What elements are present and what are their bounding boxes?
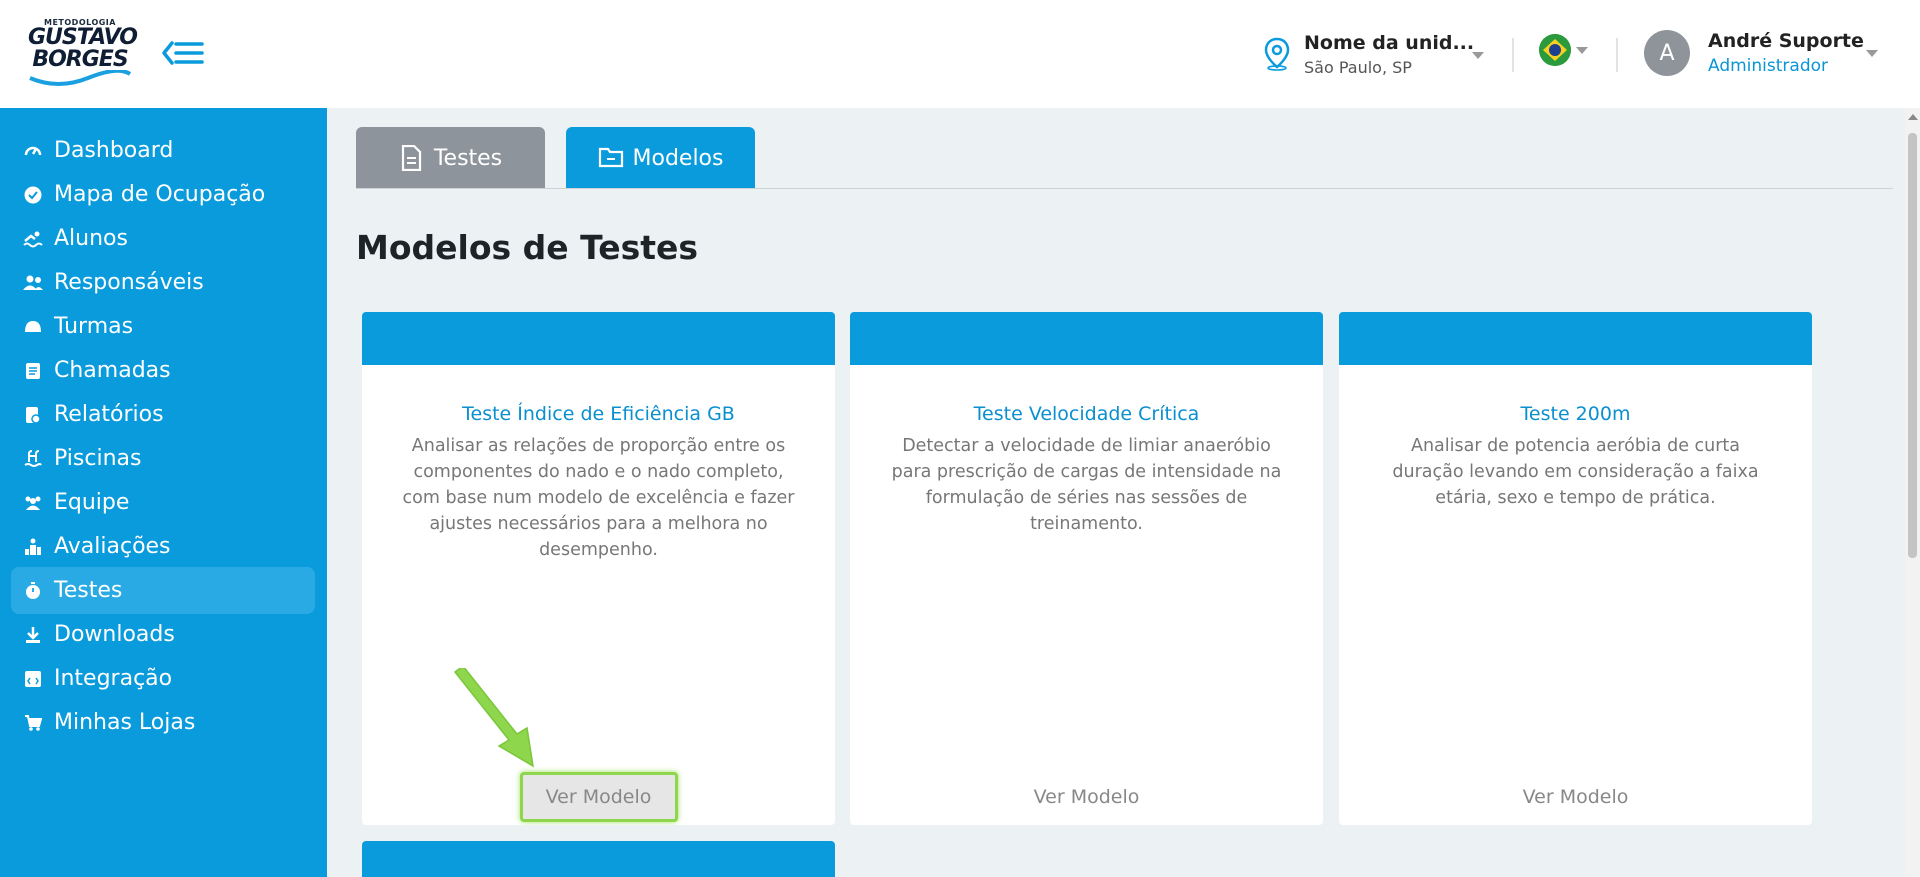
sidebar-item-relatorios[interactable]: Relatórios <box>11 391 315 438</box>
vertical-scrollbar[interactable] <box>1905 108 1920 877</box>
sidebar-item-label: Piscinas <box>54 446 142 471</box>
pointer-arrow-icon <box>453 668 534 768</box>
card-title[interactable]: Teste 200m <box>1339 403 1812 425</box>
card-header-bar <box>362 312 835 365</box>
sidebar: Dashboard Mapa de Ocupação Alunos Respon… <box>0 108 327 877</box>
sidebar-item-label: Chamadas <box>54 358 171 383</box>
card-title[interactable]: Teste Velocidade Crítica <box>850 403 1323 425</box>
card-description: Detectar a velocidade de limiar anaeróbi… <box>891 436 1282 534</box>
folder-icon <box>598 145 623 171</box>
download-icon <box>23 625 43 645</box>
language-selector[interactable] <box>1539 34 1588 66</box>
page-title: Modelos de Testes <box>356 228 699 267</box>
card-description: Analisar de potencia aeróbia de curta du… <box>1392 436 1759 508</box>
sidebar-item-label: Relatórios <box>54 402 164 427</box>
sidebar-item-label: Downloads <box>54 622 175 647</box>
view-model-button[interactable]: Ver Modelo <box>1008 772 1166 822</box>
sidebar-item-piscinas[interactable]: Piscinas <box>11 435 315 482</box>
sidebar-item-downloads[interactable]: Downloads <box>11 611 315 658</box>
podium-icon <box>23 537 43 557</box>
code-window-icon <box>23 669 43 689</box>
model-card-partial <box>362 841 835 877</box>
sidebar-item-dashboard[interactable]: Dashboard <box>11 127 315 174</box>
header-divider <box>1512 38 1514 72</box>
model-card: Teste 200m Analisar de potencia aeróbia … <box>1339 312 1812 825</box>
unit-name: Nome da unid... <box>1304 31 1475 54</box>
tab-modelos[interactable]: Modelos <box>566 127 755 189</box>
view-model-button[interactable]: Ver Modelo <box>1497 772 1655 822</box>
report-icon <box>23 405 43 425</box>
sidebar-item-label: Alunos <box>54 226 128 251</box>
sidebar-item-label: Testes <box>54 578 123 603</box>
team-icon <box>23 493 43 513</box>
tab-label: Modelos <box>632 145 724 171</box>
check-circle-icon <box>23 185 43 205</box>
main-content: Testes Modelos Modelos de Testes Teste Í… <box>327 108 1920 877</box>
header-divider <box>1616 38 1618 72</box>
brand-logo[interactable]: METODOLOGIA GUSTAVO BORGES <box>28 18 138 88</box>
scroll-up-icon[interactable] <box>1908 114 1918 120</box>
brazil-flag-icon <box>1539 34 1571 66</box>
pool-ladder-icon <box>23 449 43 469</box>
clipboard-icon <box>23 361 43 381</box>
logo-wave-icon <box>29 70 132 86</box>
swimmer-icon <box>23 229 43 249</box>
tab-label: Testes <box>433 145 503 171</box>
user-name: André Suporte <box>1708 30 1864 52</box>
sidebar-item-turmas[interactable]: Turmas <box>11 303 315 350</box>
card-title[interactable]: Teste Índice de Eficiência GB <box>362 403 835 425</box>
sidebar-item-alunos[interactable]: Alunos <box>11 215 315 262</box>
avatar: A <box>1644 30 1690 76</box>
user-menu[interactable]: A André Suporte Administrador <box>1644 30 1878 76</box>
unit-selector[interactable]: Nome da unid... São Paulo, SP <box>1262 30 1484 78</box>
location-pin-icon <box>1264 37 1290 71</box>
model-card: Teste Índice de Eficiência GB Analisar a… <box>362 312 835 825</box>
sidebar-item-integracao[interactable]: Integração <box>11 655 315 702</box>
swim-cap-icon <box>23 317 43 337</box>
speedometer-icon <box>23 141 43 161</box>
card-description: Analisar as relações de proporção entre … <box>402 436 795 560</box>
chevron-down-icon <box>1576 46 1588 54</box>
scrollbar-thumb[interactable] <box>1908 133 1917 558</box>
unit-city: São Paulo, SP <box>1304 57 1412 77</box>
user-role: Administrador <box>1708 56 1829 76</box>
sidebar-item-testes[interactable]: Testes <box>11 567 315 614</box>
logo-line-2: BORGES <box>32 47 128 72</box>
card-header-bar <box>850 312 1323 365</box>
sidebar-item-label: Turmas <box>54 314 134 339</box>
sidebar-item-avaliacoes[interactable]: Avaliações <box>11 523 315 570</box>
sidebar-item-label: Minhas Lojas <box>54 710 196 735</box>
cart-icon <box>23 713 43 733</box>
logo-line-1: GUSTAVO <box>28 25 138 50</box>
sidebar-item-equipe[interactable]: Equipe <box>11 479 315 526</box>
sidebar-item-label: Integração <box>54 666 173 691</box>
document-icon <box>399 144 423 172</box>
stopwatch-icon <box>23 581 43 601</box>
sidebar-item-mapa-de-ocupacao[interactable]: Mapa de Ocupação <box>11 171 315 218</box>
sidebar-item-label: Responsáveis <box>54 270 204 295</box>
tab-underline <box>356 188 1893 189</box>
sidebar-item-minhas-lojas[interactable]: Minhas Lojas <box>11 699 315 746</box>
card-header-bar <box>1339 312 1812 365</box>
sidebar-item-label: Dashboard <box>54 138 174 163</box>
view-model-button[interactable]: Ver Modelo <box>519 772 678 822</box>
sidebar-item-label: Avaliações <box>54 534 171 559</box>
tab-testes[interactable]: Testes <box>356 127 545 189</box>
sidebar-item-label: Equipe <box>54 490 130 515</box>
model-card: Teste Velocidade Crítica Detectar a velo… <box>850 312 1323 825</box>
chevron-down-icon <box>1866 50 1878 57</box>
menu-collapse-icon[interactable] <box>162 38 206 68</box>
users-icon <box>23 273 43 293</box>
top-header: METODOLOGIA GUSTAVO BORGES Nome da unid.… <box>0 0 1920 108</box>
sidebar-item-responsaveis[interactable]: Responsáveis <box>11 259 315 306</box>
chevron-down-icon <box>1472 52 1484 59</box>
sidebar-item-label: Mapa de Ocupação <box>54 182 266 207</box>
sidebar-item-chamadas[interactable]: Chamadas <box>11 347 315 394</box>
